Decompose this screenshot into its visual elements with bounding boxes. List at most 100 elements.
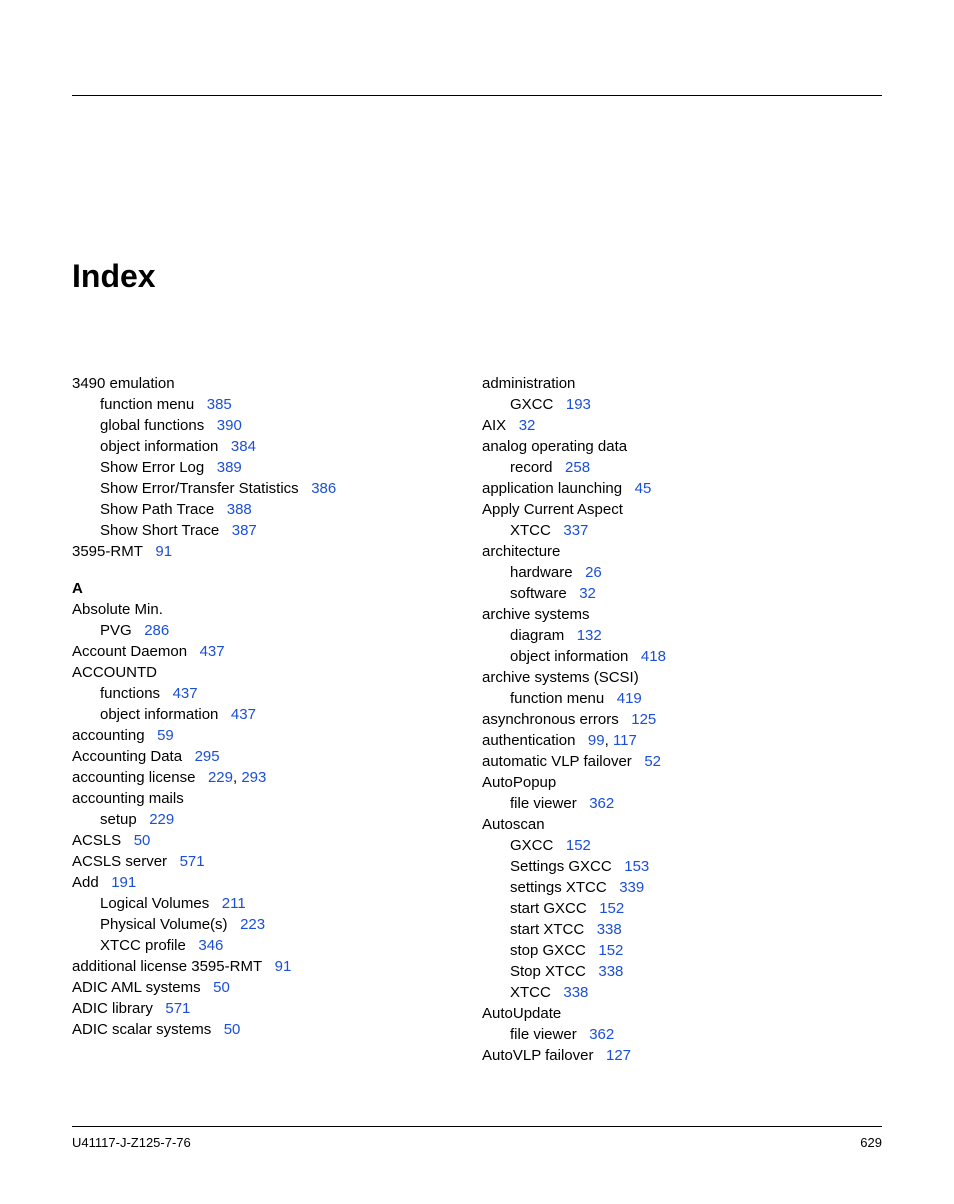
page-ref-link[interactable]: 117	[613, 732, 637, 749]
index-term: function menu	[510, 690, 604, 707]
page-ref-link[interactable]: 125	[631, 711, 656, 728]
page-ref-link[interactable]: 338	[598, 963, 623, 980]
index-entry: authentication 99, 117	[482, 730, 822, 751]
index-term: XTCC	[510, 522, 551, 539]
page-ref-link[interactable]: 362	[589, 795, 614, 812]
page-ref-link[interactable]: 152	[599, 900, 624, 917]
page-ref-link[interactable]: 339	[619, 879, 644, 896]
index-term: record	[510, 459, 553, 476]
page-ref-link[interactable]: 437	[231, 706, 256, 723]
page-ref-link[interactable]: 388	[227, 501, 252, 518]
index-entry: accounting mails	[72, 788, 412, 809]
index-entry: object information 418	[482, 646, 822, 667]
index-term: AIX	[482, 417, 506, 434]
page-ref-link[interactable]: 99	[588, 732, 605, 749]
page-ref-link[interactable]: 295	[195, 748, 220, 765]
page-ref-link[interactable]: 385	[207, 396, 232, 413]
page-ref-link[interactable]: 387	[232, 522, 257, 539]
page-ref-link[interactable]: 258	[565, 459, 590, 476]
index-term: Apply Current Aspect	[482, 501, 623, 518]
index-term: administration	[482, 375, 575, 392]
page-ref-link[interactable]: 437	[200, 643, 225, 660]
index-entry: functions 437	[72, 683, 412, 704]
page-ref-link[interactable]: 293	[241, 769, 266, 786]
page-ref-link[interactable]: 386	[311, 480, 336, 497]
index-term: authentication	[482, 732, 575, 749]
index-entry: object information 384	[72, 436, 412, 457]
index-entry: settings XTCC 339	[482, 877, 822, 898]
index-entry: AIX 32	[482, 415, 822, 436]
index-entry: architecture	[482, 541, 822, 562]
page-ref-link[interactable]: 338	[597, 921, 622, 938]
index-term: ADIC library	[72, 1000, 153, 1017]
page-ref-link[interactable]: 52	[644, 753, 661, 770]
page-ref-link[interactable]: 571	[180, 853, 205, 870]
index-entry: XTCC 338	[482, 982, 822, 1003]
index-entry: Physical Volume(s) 223	[72, 914, 412, 935]
page-ref-link[interactable]: 59	[157, 727, 174, 744]
index-term: global functions	[100, 417, 204, 434]
index-entry: ACCOUNTD	[72, 662, 412, 683]
index-entry: asynchronous errors 125	[482, 709, 822, 730]
page-ref-link[interactable]: 211	[222, 895, 246, 912]
index-columns: 3490 emulationfunction menu 385global fu…	[72, 373, 882, 1066]
page-ref-link[interactable]: 91	[275, 958, 292, 975]
page-ref-link[interactable]: 153	[624, 858, 649, 875]
page-ref-link[interactable]: 419	[617, 690, 642, 707]
page-ref-link[interactable]: 390	[217, 417, 242, 434]
index-entry: Settings GXCC 153	[482, 856, 822, 877]
index-entry: ADIC AML systems 50	[72, 977, 412, 998]
page-ref-link[interactable]: 91	[155, 543, 172, 560]
page-ref-link[interactable]: 286	[144, 622, 169, 639]
page-ref-link[interactable]: 223	[240, 916, 265, 933]
page-ref-link[interactable]: 45	[635, 480, 652, 497]
page-ref-link[interactable]: 437	[173, 685, 198, 702]
page-ref-link[interactable]: 418	[641, 648, 666, 665]
page-ref-link[interactable]: 362	[589, 1026, 614, 1043]
page-ref-link[interactable]: 389	[217, 459, 242, 476]
page-ref-link[interactable]: 127	[606, 1047, 631, 1064]
index-term: ADIC AML systems	[72, 979, 201, 996]
page-ref-link[interactable]: 191	[111, 874, 136, 891]
page-ref-link[interactable]: 32	[519, 417, 536, 434]
page-ref-link[interactable]: 384	[231, 438, 256, 455]
footer: U41117-J-Z125-7-76 629	[72, 1126, 882, 1150]
index-term: asynchronous errors	[482, 711, 619, 728]
index-entry: 3490 emulation	[72, 373, 412, 394]
page-ref-link[interactable]: 193	[566, 396, 591, 413]
page-ref-link[interactable]: 26	[585, 564, 602, 581]
page-ref-link[interactable]: 50	[224, 1021, 241, 1038]
page-ref-link[interactable]: 229	[208, 769, 233, 786]
page-ref-link[interactable]: 571	[165, 1000, 190, 1017]
page-ref-link[interactable]: 32	[579, 585, 596, 602]
index-term: Absolute Min.	[72, 601, 163, 618]
index-term: hardware	[510, 564, 573, 581]
page-ref-link[interactable]: 132	[577, 627, 602, 644]
index-title: Index	[72, 258, 882, 295]
index-entry: stop GXCC 152	[482, 940, 822, 961]
page: Index 3490 emulationfunction menu 385glo…	[0, 0, 954, 1106]
page-ref-separator: ,	[605, 732, 613, 749]
index-entry: archive systems	[482, 604, 822, 625]
index-entry: global functions 390	[72, 415, 412, 436]
page-ref-link[interactable]: 50	[134, 832, 151, 849]
index-entry: application launching 45	[482, 478, 822, 499]
page-ref-link[interactable]: 346	[198, 937, 223, 954]
index-term: diagram	[510, 627, 564, 644]
index-term: PVG	[100, 622, 132, 639]
index-term: accounting	[72, 727, 145, 744]
index-entry: record 258	[482, 457, 822, 478]
index-term: XTCC	[510, 984, 551, 1001]
index-entry: automatic VLP failover 52	[482, 751, 822, 772]
page-ref-link[interactable]: 337	[563, 522, 588, 539]
page-ref-link[interactable]: 50	[213, 979, 230, 996]
index-term: XTCC profile	[100, 937, 186, 954]
page-ref-link[interactable]: 338	[563, 984, 588, 1001]
page-ref-link[interactable]: 152	[566, 837, 591, 854]
index-entry: Show Error Log 389	[72, 457, 412, 478]
index-entry: start XTCC 338	[482, 919, 822, 940]
index-entry: ADIC scalar systems 50	[72, 1019, 412, 1040]
index-term: Logical Volumes	[100, 895, 209, 912]
page-ref-link[interactable]: 229	[149, 811, 174, 828]
page-ref-link[interactable]: 152	[598, 942, 623, 959]
